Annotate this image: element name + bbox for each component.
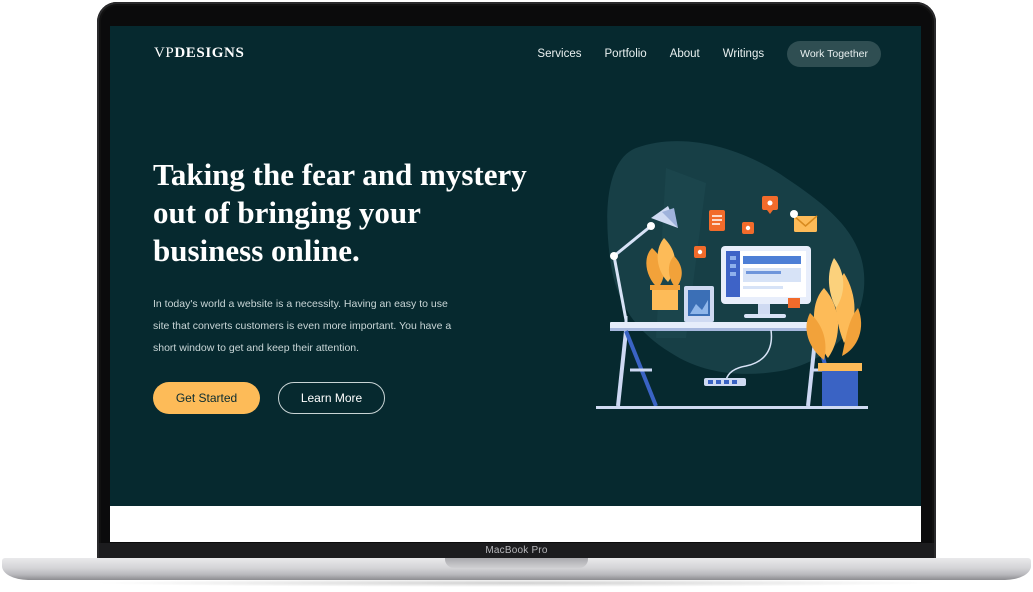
power-strip-icon bbox=[704, 378, 746, 386]
nav-link-services[interactable]: Services bbox=[537, 48, 581, 60]
get-started-button[interactable]: Get Started bbox=[153, 382, 260, 414]
hero-description: In today's world a website is a necessit… bbox=[153, 298, 452, 354]
laptop-shadow bbox=[90, 579, 943, 587]
site-logo[interactable]: VPDESIGNS bbox=[154, 45, 244, 62]
document-icon bbox=[709, 210, 725, 231]
work-together-button[interactable]: Work Together bbox=[787, 41, 881, 67]
laptop-notch bbox=[445, 558, 588, 568]
nav-link-portfolio[interactable]: Portfolio bbox=[605, 48, 647, 60]
tablet-icon bbox=[684, 286, 714, 322]
main-nav: Services Portfolio About Writings Work T… bbox=[514, 41, 881, 67]
logo-suffix: DESIGNS bbox=[174, 45, 245, 61]
workspace-illustration bbox=[596, 141, 868, 409]
hero-headline: Taking the fear and mystery out of bring… bbox=[153, 157, 527, 268]
website-hero: VPDESIGNS Services Portfolio About Writi… bbox=[110, 26, 921, 506]
logo-prefix: VP bbox=[154, 45, 175, 61]
laptop-screen: VPDESIGNS Services Portfolio About Writi… bbox=[110, 26, 921, 542]
nav-link-about[interactable]: About bbox=[670, 48, 700, 60]
nav-link-writings[interactable]: Writings bbox=[723, 48, 764, 60]
learn-more-button[interactable]: Learn More bbox=[278, 382, 385, 414]
device-model-label: MacBook Pro bbox=[485, 545, 548, 556]
mail-icon bbox=[793, 215, 818, 232]
